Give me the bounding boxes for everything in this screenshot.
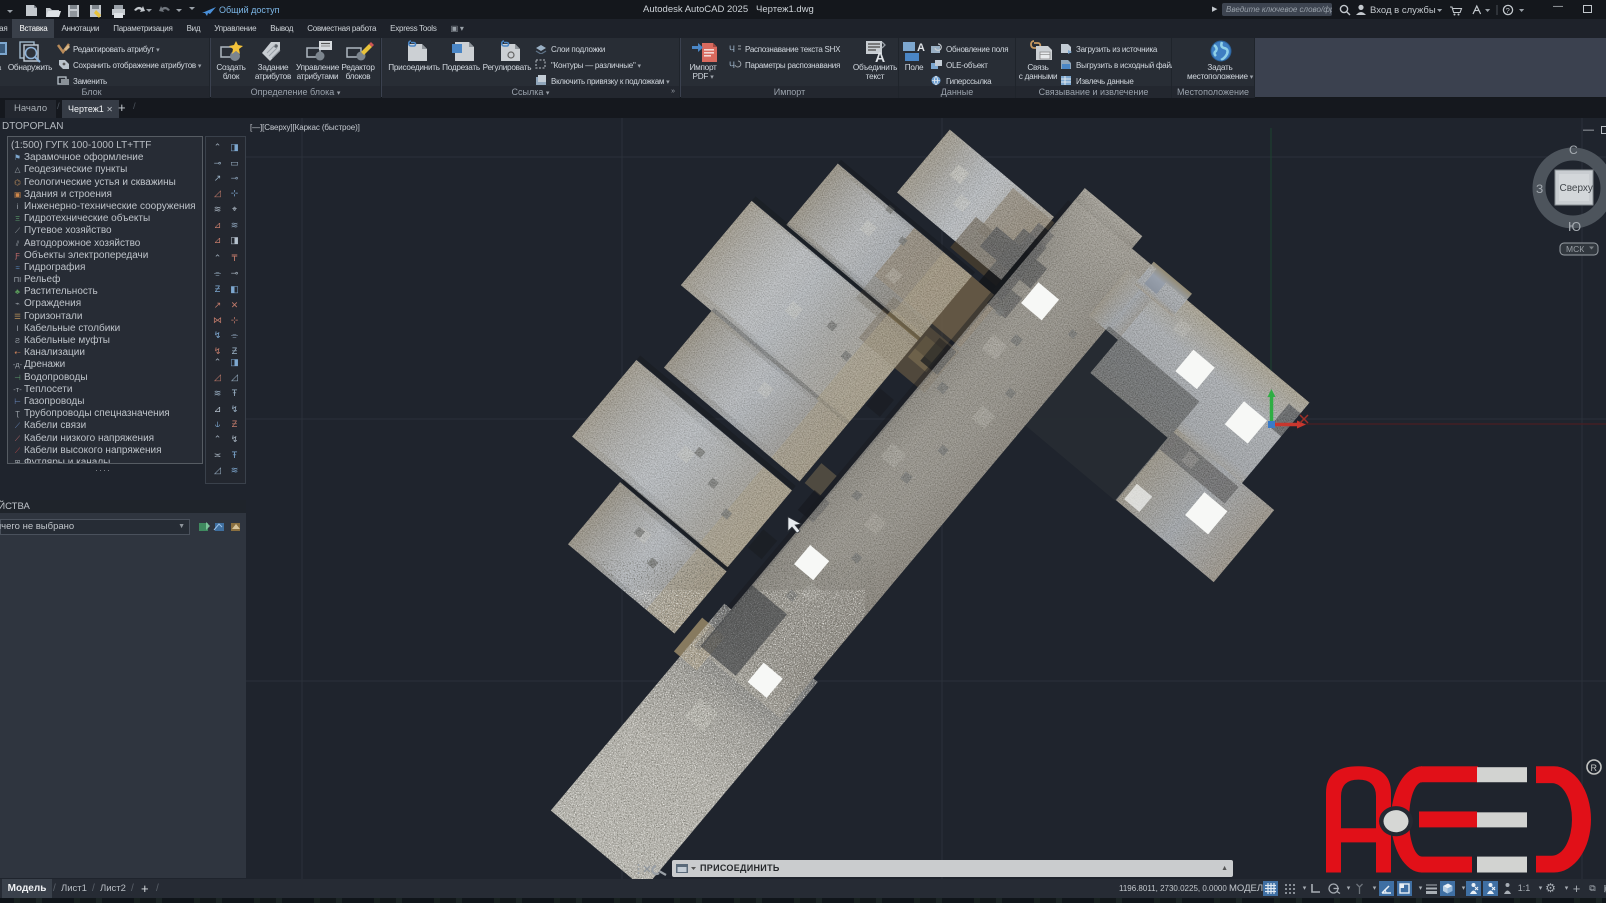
svg-text:Сверху: Сверху (1560, 183, 1593, 194)
svg-text:R: R (1591, 763, 1598, 773)
svg-text:Ч: Ч (729, 60, 735, 70)
svg-text:Ю: Ю (1568, 219, 1581, 234)
svg-text:A: A (875, 49, 885, 64)
svg-text:МСК: МСК (1566, 244, 1584, 254)
svg-text:С: С (1569, 143, 1578, 157)
svg-text:З: З (1536, 182, 1543, 196)
svg-text:Ч: Ч (729, 44, 735, 54)
svg-text:A: A (917, 42, 925, 54)
svg-text:?: ? (1506, 6, 1510, 15)
svg-text:Вход в службы: Вход в службы (1370, 5, 1436, 16)
